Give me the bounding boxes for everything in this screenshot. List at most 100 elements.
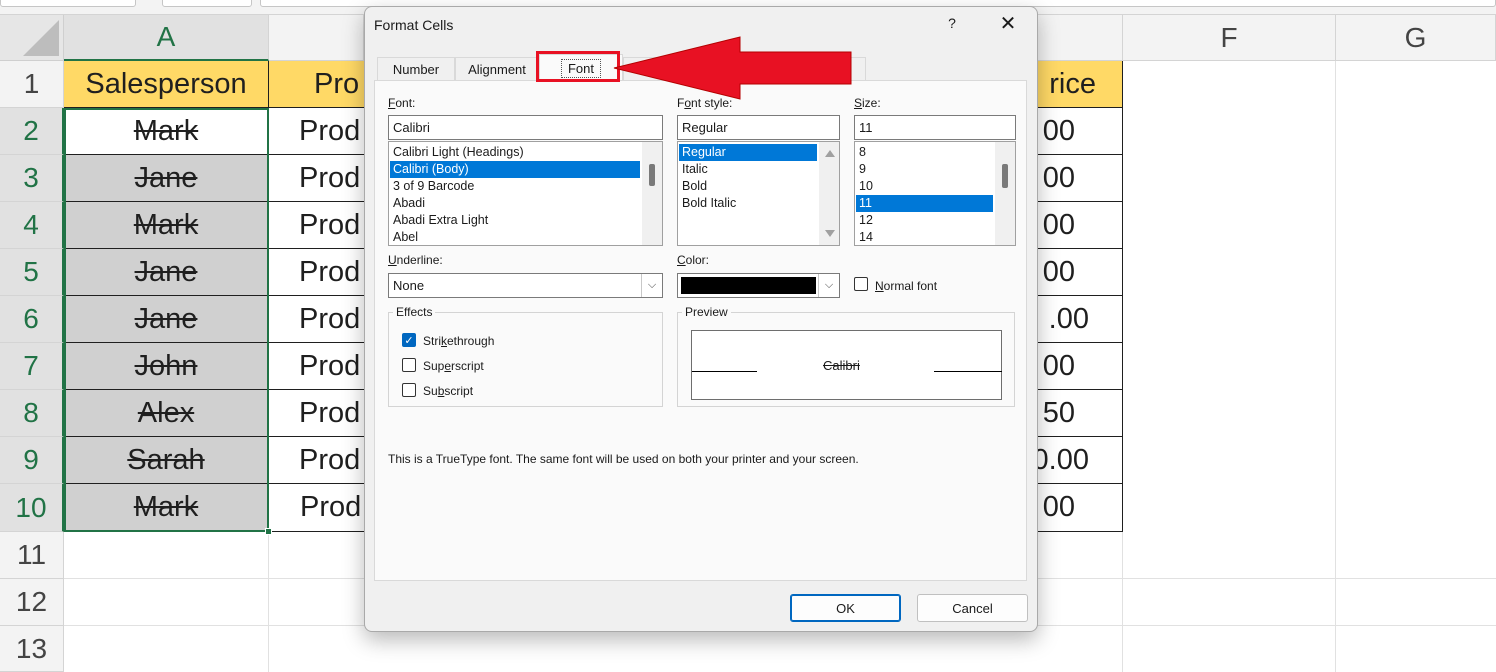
row-header-7[interactable]: 7 — [0, 343, 64, 390]
underline-label: Underline: — [388, 253, 443, 267]
subscript-checkbox[interactable] — [402, 383, 416, 397]
normal-font-checkbox[interactable] — [854, 277, 868, 291]
preview-sample: Calibri — [823, 358, 860, 373]
row-header-2[interactable]: 2 — [0, 108, 64, 155]
list-item[interactable]: 11 — [856, 195, 993, 212]
row-header-11[interactable]: 11 — [0, 532, 64, 579]
color-swatch — [681, 277, 816, 294]
row-header-4[interactable]: 4 — [0, 202, 64, 249]
column-header-g[interactable]: G — [1336, 15, 1496, 61]
list-item[interactable]: 12 — [856, 212, 995, 229]
strikethrough-checkbox[interactable]: ✓ — [402, 333, 416, 347]
cell-b3[interactable]: Prod — [269, 155, 379, 202]
ok-button[interactable]: OK — [790, 594, 901, 622]
cell-b6[interactable]: Prod — [269, 296, 379, 343]
tab-number[interactable]: Number — [377, 57, 455, 81]
chevron-down-icon[interactable]: ⌵ — [641, 274, 662, 297]
cell-b8[interactable]: Prod — [269, 390, 379, 437]
list-item[interactable]: Italic — [679, 161, 819, 178]
row-header-13[interactable]: 13 — [0, 626, 64, 672]
subscript-label[interactable]: Subscript — [423, 384, 473, 398]
row-header-6[interactable]: 6 — [0, 296, 64, 343]
color-label: Color: — [677, 253, 710, 267]
preview-box: Calibri — [691, 330, 1002, 400]
cell-b1[interactable]: Pro — [269, 61, 379, 108]
row-header-5[interactable]: 5 — [0, 249, 64, 296]
font-style-list[interactable]: Regular Italic Bold Bold Italic — [677, 141, 840, 246]
font-list-scrollbar[interactable] — [642, 142, 662, 245]
list-item[interactable]: Bold — [679, 178, 819, 195]
cell-b4[interactable]: Prod — [269, 202, 379, 249]
preview-title: Preview — [682, 305, 731, 319]
formula-button[interactable] — [162, 0, 252, 7]
column-header-a[interactable]: A — [64, 15, 269, 61]
name-box[interactable] — [0, 0, 136, 7]
cell-b5[interactable]: Prod — [269, 249, 379, 296]
list-item[interactable]: 8 — [856, 144, 995, 161]
list-item[interactable]: Abel — [390, 229, 642, 245]
checkmark-icon: ✓ — [404, 334, 414, 347]
list-item[interactable]: Regular — [679, 144, 817, 161]
cell-b7[interactable]: Prod — [269, 343, 379, 390]
gridline — [1335, 61, 1336, 672]
column-header-f[interactable]: F — [1123, 15, 1336, 61]
row-header-3[interactable]: 3 — [0, 155, 64, 202]
superscript-label[interactable]: Superscript — [423, 359, 484, 373]
scroll-thumb[interactable] — [1002, 164, 1008, 188]
size-label: Size: — [854, 96, 881, 110]
color-dropdown[interactable]: ⌵ — [677, 273, 840, 298]
font-list[interactable]: Calibri Light (Headings) Calibri (Body) … — [388, 141, 663, 246]
effects-title: Effects — [393, 305, 436, 319]
chevron-down-icon[interactable]: ⌵ — [818, 274, 839, 297]
size-list-scrollbar[interactable] — [995, 142, 1015, 245]
list-item[interactable]: Calibri Light (Headings) — [390, 144, 642, 161]
effects-group: Effects ✓ Strikethrough Superscript Subs… — [388, 305, 663, 407]
strikethrough-label[interactable]: Strikethrough — [423, 334, 494, 348]
superscript-checkbox[interactable] — [402, 358, 416, 372]
scroll-thumb[interactable] — [649, 164, 655, 186]
preview-group: Preview Calibri — [677, 305, 1015, 407]
close-icon[interactable]: ✕ — [997, 13, 1019, 35]
annotation-highlight-box — [536, 51, 620, 82]
column-header-b[interactable] — [269, 15, 364, 61]
size-input[interactable]: 11 — [854, 115, 1016, 140]
font-info-text: This is a TrueType font. The same font w… — [388, 452, 859, 466]
row-header-12[interactable]: 12 — [0, 579, 64, 626]
cell-b9[interactable]: Prod — [269, 437, 379, 484]
cell-b2[interactable]: Prod — [269, 108, 379, 155]
list-item[interactable]: 3 of 9 Barcode — [390, 178, 642, 195]
underline-value: None — [393, 278, 425, 293]
cell-b10[interactable]: Prod — [269, 484, 379, 532]
row-header-10[interactable]: 10 — [0, 484, 64, 532]
scroll-up-icon[interactable] — [825, 150, 835, 157]
font-input[interactable]: Calibri — [388, 115, 663, 140]
row-header-8[interactable]: 8 — [0, 390, 64, 437]
tab-alignment[interactable]: Alignment — [455, 57, 539, 81]
cell-a1[interactable]: Salesperson — [64, 61, 269, 108]
list-item[interactable]: 9 — [856, 161, 995, 178]
normal-font-label[interactable]: Normal font — [875, 279, 937, 293]
font-label: Font: — [388, 96, 416, 110]
preview-baseline — [692, 371, 757, 372]
font-style-scrollbar[interactable] — [819, 142, 839, 245]
fill-handle[interactable] — [265, 528, 272, 535]
row-header-9[interactable]: 9 — [0, 437, 64, 484]
preview-baseline — [934, 371, 1002, 372]
row-header-1[interactable]: 1 — [0, 61, 64, 108]
help-button[interactable]: ? — [945, 15, 959, 33]
list-item[interactable]: Bold Italic — [679, 195, 819, 212]
dialog-title: Format Cells — [374, 17, 454, 33]
list-item[interactable]: 10 — [856, 178, 995, 195]
list-item[interactable]: Abadi — [390, 195, 642, 212]
size-list[interactable]: 8 9 10 11 12 14 — [854, 141, 1016, 246]
select-all-button[interactable] — [0, 15, 64, 61]
font-style-input[interactable]: Regular — [677, 115, 840, 140]
selection-range — [64, 108, 269, 532]
scroll-down-icon[interactable] — [825, 230, 835, 237]
list-item[interactable]: 14 — [856, 229, 995, 245]
column-header-e[interactable] — [1038, 15, 1123, 61]
underline-dropdown[interactable]: None ⌵ — [388, 273, 663, 298]
list-item[interactable]: Calibri (Body) — [390, 161, 640, 178]
cancel-button[interactable]: Cancel — [917, 594, 1028, 622]
list-item[interactable]: Abadi Extra Light — [390, 212, 642, 229]
